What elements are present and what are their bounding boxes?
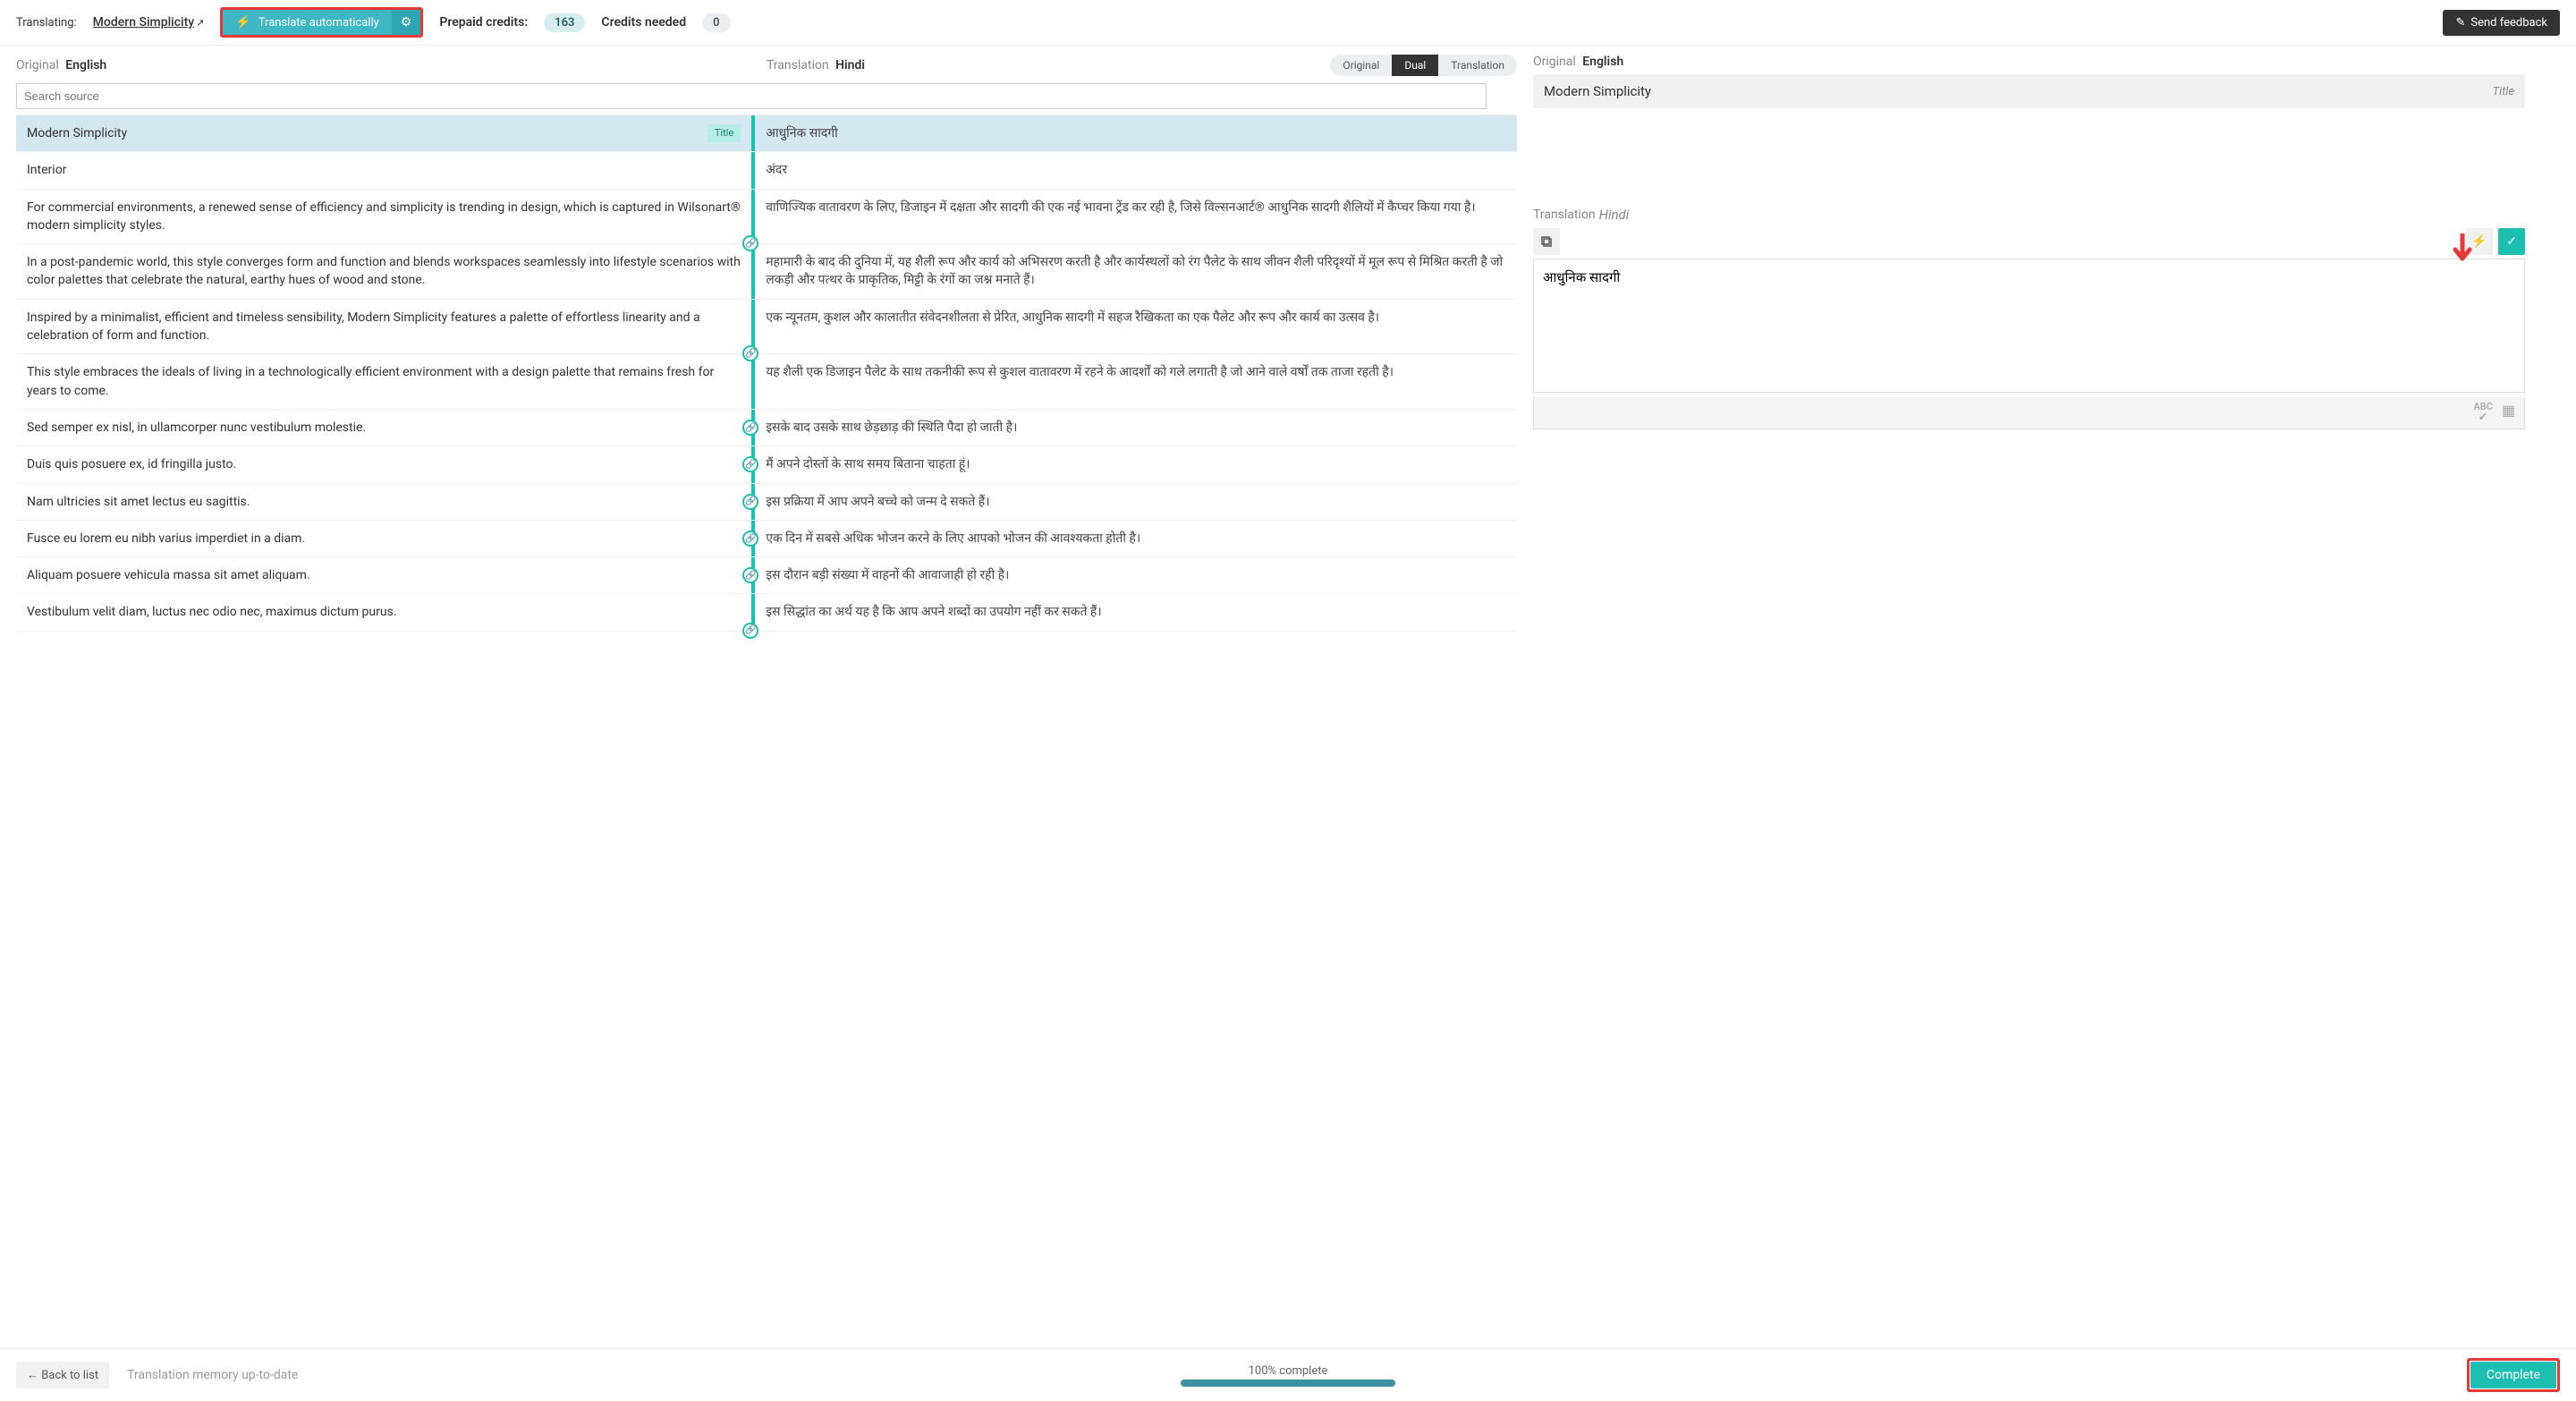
main-area: Original English Translation Hindi Origi… bbox=[0, 46, 2576, 1348]
source-text: Duis quis posuere ex, id fringilla justo… bbox=[27, 455, 741, 473]
link-icon[interactable]: 🔗 bbox=[742, 420, 758, 436]
segment-row[interactable]: Fusce eu lorem eu nibh varius imperdiet … bbox=[16, 521, 1517, 557]
view-translation-tab[interactable]: Translation bbox=[1438, 55, 1517, 76]
detail-pane: Original English Modern Simplicity Title… bbox=[1533, 55, 2525, 1348]
translation-toolbar: ⚡ ✓ bbox=[1533, 228, 2525, 255]
segment-row[interactable]: Modern Simplicity Title आधुनिक सादगी bbox=[16, 115, 1517, 152]
target-text: एक दिन में सबसे अधिक भोजन करने के लिए आप… bbox=[751, 521, 1517, 556]
bolt-icon: ⚡ bbox=[235, 15, 250, 30]
send-feedback-label: Send feedback bbox=[2470, 16, 2547, 30]
translate-auto-label: Translate automatically bbox=[258, 16, 379, 30]
progress-indicator: 100% complete bbox=[1181, 1364, 1395, 1387]
gear-icon: ⚙ bbox=[401, 15, 412, 30]
source-text: Vestibulum velit diam, luctus nec odio n… bbox=[27, 603, 741, 621]
translation-footer-tools: ABC✓ ▦ bbox=[1533, 396, 2525, 429]
segment-row[interactable]: Duis quis posuere ex, id fringilla justo… bbox=[16, 446, 1517, 483]
segment-row[interactable]: For commercial environments, a renewed s… bbox=[16, 190, 1517, 245]
link-icon[interactable]: 🔗 bbox=[742, 345, 758, 361]
target-text: आधुनिक सादगी bbox=[751, 115, 1517, 151]
document-link[interactable]: Modern Simplicity↗ bbox=[93, 15, 205, 30]
source-text: Interior bbox=[27, 161, 741, 179]
dual-pane-headers: Original English Translation Hindi Origi… bbox=[16, 55, 1517, 76]
detail-original-header: Original English bbox=[1533, 55, 2525, 69]
document-name: Modern Simplicity bbox=[93, 15, 194, 30]
translate-settings-button[interactable]: ⚙ bbox=[392, 10, 421, 35]
view-mode-toggle: Original Dual Translation bbox=[1330, 55, 1517, 76]
target-text: यह शैली एक डिजाइन पैलेट के साथ तकनीकी रू… bbox=[751, 354, 1517, 409]
dual-pane: Original English Translation Hindi Origi… bbox=[16, 55, 1517, 1348]
source-text: Sed semper ex nisl, in ullamcorper nunc … bbox=[27, 419, 741, 437]
segment-row[interactable]: Interior अंदर bbox=[16, 152, 1517, 189]
pencil-icon: ✎ bbox=[2455, 16, 2465, 30]
search-source-input[interactable] bbox=[16, 83, 1487, 109]
complete-button[interactable]: Complete bbox=[2470, 1362, 2556, 1388]
translating-label: Translating: bbox=[16, 16, 77, 30]
translation-input[interactable] bbox=[1533, 259, 2525, 393]
prepaid-credits-label: Prepaid credits: bbox=[439, 15, 528, 30]
title-badge: Title bbox=[2493, 85, 2514, 98]
translation-header: Translation Hindi bbox=[767, 58, 1330, 72]
source-text: Nam ultricies sit amet lectus eu sagitti… bbox=[27, 493, 741, 511]
view-original-tab[interactable]: Original bbox=[1330, 55, 1392, 76]
credits-needed-label: Credits needed bbox=[601, 15, 686, 30]
copy-source-button[interactable] bbox=[1533, 228, 1560, 255]
link-icon[interactable]: 🔗 bbox=[742, 567, 758, 583]
view-dual-tab[interactable]: Dual bbox=[1392, 55, 1438, 76]
target-text: इसके बाद उसके साथ छेड़छाड़ की स्थिति पैद… bbox=[751, 410, 1517, 446]
source-text: Modern Simplicity bbox=[27, 124, 700, 142]
source-text: For commercial environments, a renewed s… bbox=[27, 199, 741, 235]
translation-memory-status: Translation memory up-to-date bbox=[127, 1368, 298, 1382]
segment-row[interactable]: Sed semper ex nisl, in ullamcorper nunc … bbox=[16, 410, 1517, 446]
bolt-icon: ⚡ bbox=[2471, 234, 2487, 249]
source-text: Aliquam posuere vehicula massa sit amet … bbox=[27, 566, 741, 584]
segment-row[interactable]: Nam ultricies sit amet lectus eu sagitti… bbox=[16, 484, 1517, 521]
source-text: Fusce eu lorem eu nibh varius imperdiet … bbox=[27, 530, 741, 548]
source-text: This style embraces the ideals of living… bbox=[27, 363, 741, 400]
detail-translation-header: Translation Hindi bbox=[1533, 207, 2525, 223]
target-text: इस सिद्धांत का अर्थ यह है कि आप अपने शब्… bbox=[751, 594, 1517, 630]
external-link-icon: ↗ bbox=[196, 17, 204, 29]
glossary-button[interactable]: ▦ bbox=[2502, 402, 2515, 423]
link-icon[interactable]: 🔗 bbox=[742, 623, 758, 639]
credits-needed-value: 0 bbox=[702, 13, 730, 32]
source-text: Inspired by a minimalist, efficient and … bbox=[27, 309, 741, 345]
target-text: मैं अपने दोस्तों के साथ समय बिताना चाहता… bbox=[751, 446, 1517, 482]
translate-auto-button[interactable]: ⚡ Translate automatically bbox=[223, 10, 391, 35]
title-badge: Title bbox=[708, 124, 741, 142]
link-icon[interactable]: 🔗 bbox=[742, 531, 758, 547]
translate-auto-group: ⚡ Translate automatically ⚙ bbox=[220, 7, 423, 38]
target-text: इस दौरान बड़ी संख्या में वाहनों की आवाजा… bbox=[751, 557, 1517, 593]
segment-row[interactable]: Aliquam posuere vehicula massa sit amet … bbox=[16, 557, 1517, 594]
target-text: अंदर bbox=[751, 152, 1517, 188]
segment-row[interactable]: In a post-pandemic world, this style con… bbox=[16, 244, 1517, 300]
link-icon[interactable]: 🔗 bbox=[742, 494, 758, 510]
confirm-translation-button[interactable]: ✓ bbox=[2498, 228, 2525, 255]
top-bar: Translating: Modern Simplicity↗ ⚡ Transl… bbox=[0, 0, 2576, 46]
back-to-list-button[interactable]: ← Back to list bbox=[16, 1362, 109, 1388]
segment-table[interactable]: Modern SimplicityTitleआधुनिक सादगीInteri… bbox=[16, 115, 1517, 1348]
send-feedback-button[interactable]: ✎ Send feedback bbox=[2443, 10, 2560, 36]
arrow-annotation-icon bbox=[2452, 234, 2473, 264]
segment-row[interactable]: This style embraces the ideals of living… bbox=[16, 354, 1517, 410]
check-icon: ✓ bbox=[2506, 234, 2517, 249]
target-text: वाणिज्यिक वातावरण के लिए, डिजाइन में दक्… bbox=[751, 190, 1517, 244]
detail-original-text: Modern Simplicity Title bbox=[1533, 74, 2525, 108]
link-icon[interactable]: 🔗 bbox=[742, 456, 758, 472]
source-text: In a post-pandemic world, this style con… bbox=[27, 253, 741, 290]
original-header: Original English bbox=[16, 58, 767, 72]
segment-row[interactable]: Vestibulum velit diam, luctus nec odio n… bbox=[16, 594, 1517, 631]
arrow-left-icon: ← bbox=[27, 1369, 38, 1382]
spellcheck-button[interactable]: ABC✓ bbox=[2473, 402, 2493, 423]
target-text: एक न्यूनतम, कुशल और कालातीत संवेदनशीलता … bbox=[751, 300, 1517, 354]
progress-bar bbox=[1181, 1380, 1395, 1387]
segment-row[interactable]: Inspired by a minimalist, efficient and … bbox=[16, 300, 1517, 355]
bottom-bar: ← Back to list Translation memory up-to-… bbox=[0, 1348, 2576, 1401]
prepaid-credits-value: 163 bbox=[544, 13, 585, 32]
target-text: इस प्रक्रिया में आप अपने बच्चे को जन्म द… bbox=[751, 484, 1517, 520]
complete-button-highlight: Complete bbox=[2467, 1358, 2560, 1392]
target-text: महामारी के बाद की दुनिया में, यह शैली रू… bbox=[751, 244, 1517, 299]
link-icon[interactable]: 🔗 bbox=[742, 235, 758, 251]
